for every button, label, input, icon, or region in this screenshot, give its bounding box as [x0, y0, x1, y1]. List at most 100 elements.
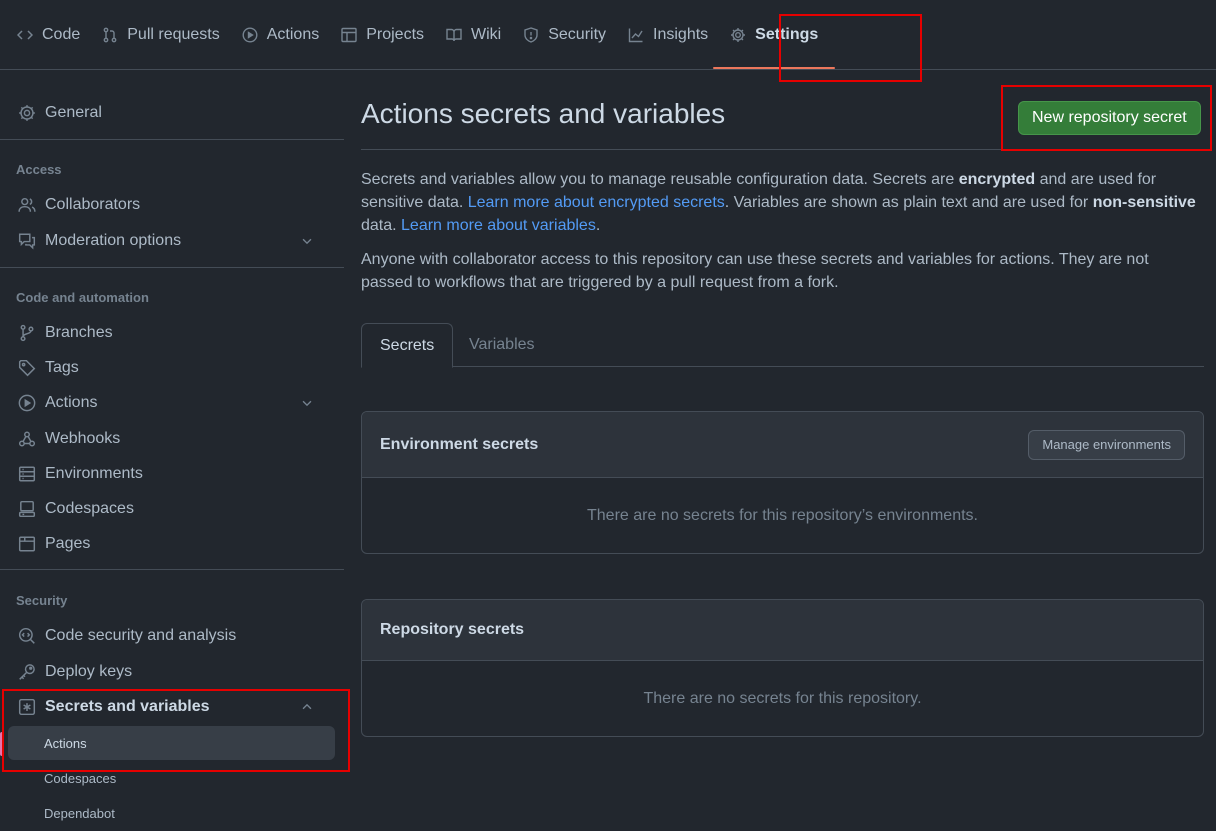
title-divider — [361, 149, 1204, 150]
environment-secrets-empty-state: There are no secrets for this repository… — [587, 506, 978, 524]
intro-text: . — [595, 217, 601, 234]
tag-icon — [17, 359, 37, 377]
sidebar-item-environments[interactable]: Environments — [8, 458, 335, 490]
learn-more-variables-link[interactable]: Learn more about variables — [401, 217, 596, 234]
table-icon — [341, 27, 357, 43]
sidebar-item-label: Environments — [45, 465, 143, 482]
sidebar-item-label: Codespaces — [45, 500, 134, 517]
sidebar-item-moderation-options[interactable]: Moderation options — [8, 225, 335, 257]
manage-environments-button[interactable]: Manage environments — [1028, 429, 1185, 460]
repository-secrets-empty-state: There are no secrets for this repository… — [643, 689, 922, 707]
sidebar-item-label: Tags — [45, 359, 79, 376]
tab-actions-label: Actions — [266, 25, 320, 43]
new-repository-secret-button[interactable]: New repository secret — [1018, 101, 1201, 135]
sidebar-item-general[interactable]: General — [8, 97, 335, 129]
tab-secrets[interactable]: Secrets — [361, 323, 454, 368]
gear-icon — [730, 27, 746, 43]
sidebar-item-label: Collaborators — [45, 196, 141, 213]
settings-sidebar: General Access Collaborators Moderation … — [0, 70, 344, 831]
codescan-icon — [17, 627, 37, 645]
sidebar-item-deploy-keys[interactable]: Deploy keys — [8, 656, 335, 688]
play-icon — [17, 394, 37, 412]
sidebar-item-secrets-and-variables[interactable]: Secrets and variables — [8, 691, 335, 723]
shield-icon — [523, 26, 539, 43]
tab-code[interactable]: Code — [8, 17, 89, 53]
sidebar-item-label: General — [45, 104, 102, 121]
webhook-icon — [17, 430, 37, 448]
sidebar-heading-code-automation: Code and automation — [16, 290, 149, 305]
tab-insights[interactable]: Insights — [619, 17, 717, 53]
intro-text: . Variables are shown as plain text and … — [724, 194, 1093, 211]
chevron-up-icon[interactable] — [297, 700, 317, 714]
git-branch-icon — [17, 324, 37, 342]
environment-secrets-title: Environment secrets — [380, 435, 539, 453]
sidebar-heading-security: Security — [16, 593, 68, 608]
sidebar-item-codespaces[interactable]: Codespaces — [8, 493, 335, 525]
sidebar-item-label: Webhooks — [45, 430, 121, 447]
sidebar-subitem-label: Codespaces — [44, 770, 117, 786]
tab-projects[interactable]: Projects — [332, 17, 433, 53]
sidebar-item-label: Moderation options — [45, 232, 182, 249]
sidebar-subitem-actions[interactable]: Actions — [8, 726, 335, 760]
active-item-marker — [0, 732, 4, 756]
sidebar-subitem-label: Dependabot — [44, 805, 115, 821]
tab-wiki[interactable]: Wiki — [437, 17, 510, 53]
repository-secrets-title: Repository secrets — [380, 621, 525, 638]
sidebar-item-actions[interactable]: Actions — [8, 387, 335, 419]
learn-more-secrets-link[interactable]: Learn more about encrypted secrets — [468, 194, 725, 211]
tab-pull-requests-label: Pull requests — [127, 25, 220, 43]
repository-secrets-box: Repository secrets There are no secrets … — [361, 599, 1204, 737]
sidebar-item-pages[interactable]: Pages — [8, 528, 335, 560]
tab-wiki-label: Wiki — [471, 25, 502, 43]
people-icon — [17, 196, 37, 214]
chevron-down-icon[interactable] — [297, 396, 317, 410]
tab-security-label: Security — [548, 25, 607, 43]
tab-settings[interactable]: Settings — [713, 17, 836, 69]
tab-code-label: Code — [42, 25, 81, 43]
repository-secrets-header: Repository secrets — [362, 600, 1203, 661]
sidebar-item-label: Pages — [45, 535, 91, 552]
tab-pull-requests[interactable]: Pull requests — [93, 17, 229, 53]
sidebar-item-code-security[interactable]: Code security and analysis — [8, 620, 335, 652]
tab-settings-label: Settings — [755, 25, 819, 43]
codespaces-icon — [17, 500, 37, 518]
sidebar-divider — [0, 569, 344, 570]
key-icon — [17, 663, 37, 681]
repo-nav: Code Pull requests Actions Projects Wiki… — [0, 0, 1216, 70]
server-icon — [17, 465, 37, 483]
sidebar-item-webhooks[interactable]: Webhooks — [8, 423, 335, 455]
sidebar-subitem-label: Actions — [44, 735, 87, 751]
git-pull-request-icon — [102, 27, 118, 43]
tab-actions[interactable]: Actions — [233, 17, 328, 53]
intro-text: Secrets and variables allow you to manag… — [361, 171, 959, 188]
sidebar-item-tags[interactable]: Tags — [8, 352, 335, 384]
browser-icon — [17, 535, 37, 553]
book-icon — [446, 27, 462, 43]
tab-variables[interactable]: Variables — [451, 323, 553, 367]
tab-projects-label: Projects — [366, 25, 425, 43]
sidebar-item-branches[interactable]: Branches — [8, 317, 335, 349]
sidebar-heading-access: Access — [16, 162, 62, 177]
play-icon — [242, 26, 258, 43]
environment-secrets-header: Environment secrets Manage environments — [362, 412, 1203, 478]
tab-insights-label: Insights — [653, 25, 709, 43]
environment-secrets-box: Environment secrets Manage environments … — [361, 411, 1204, 554]
asterisk-icon — [17, 698, 37, 716]
chevron-down-icon[interactable] — [297, 234, 317, 248]
intro-text: data. — [361, 217, 402, 234]
sidebar-item-collaborators[interactable]: Collaborators — [8, 189, 335, 221]
page-title: Actions secrets and variables — [361, 98, 726, 129]
sidebar-subitem-dependabot[interactable]: Dependabot — [8, 796, 335, 830]
sidebar-divider — [0, 139, 344, 140]
secrets-variables-tabs: Secrets Variables — [361, 323, 1204, 368]
gear-icon — [17, 104, 37, 122]
access-note-paragraph: Anyone with collaborator access to this … — [361, 251, 1149, 291]
sidebar-subitem-codespaces[interactable]: Codespaces — [8, 761, 335, 795]
sidebar-item-label: Secrets and variables — [45, 698, 210, 715]
sidebar-item-label: Actions — [45, 394, 98, 411]
tab-security[interactable]: Security — [514, 17, 615, 53]
intro-emphasis: non-sensitive — [1092, 194, 1196, 211]
intro-emphasis: encrypted — [958, 171, 1036, 188]
code-icon — [17, 27, 33, 43]
sidebar-item-label: Branches — [45, 324, 113, 341]
